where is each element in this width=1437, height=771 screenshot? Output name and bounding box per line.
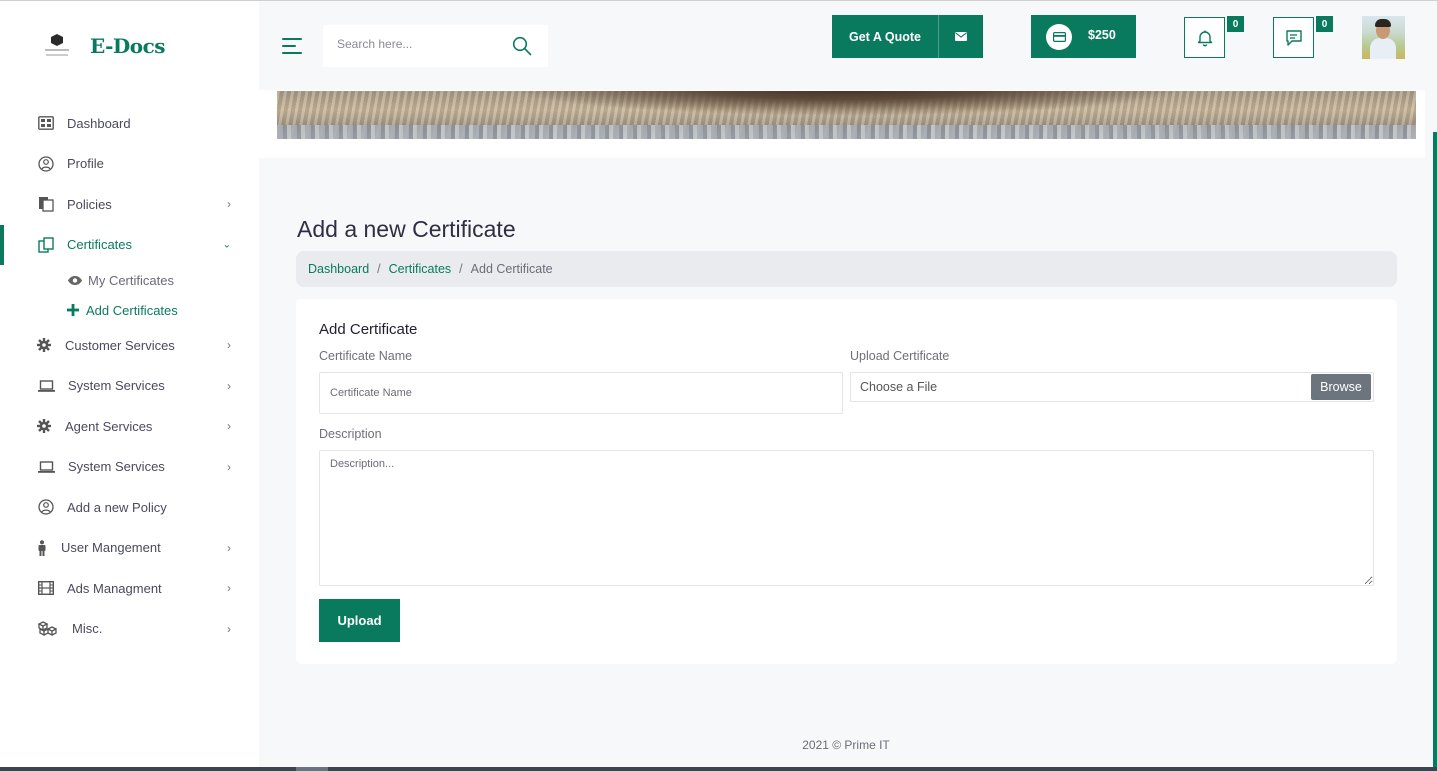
sidebar-item-label: Profile: [67, 156, 104, 172]
sidebar-item-system-services[interactable]: System Services ›: [0, 366, 259, 407]
sidebar-item-label: System Services: [68, 459, 165, 475]
footer-text: 2021 © Prime IT: [802, 738, 890, 752]
messages-button[interactable]: 0: [1273, 16, 1333, 58]
chevron-right-icon: ›: [227, 459, 231, 474]
chevron-right-icon: ›: [227, 338, 231, 353]
laptop-icon: [37, 378, 55, 394]
submenu-item-my-certificates[interactable]: My Certificates: [67, 265, 259, 295]
browse-button[interactable]: Browse: [1311, 374, 1371, 400]
wallet-amount: $250: [1088, 27, 1116, 42]
chevron-right-icon: ›: [227, 197, 231, 212]
boxes-icon: [37, 621, 57, 637]
brand-logo-icon: [42, 31, 72, 61]
breadcrumb: Dashboard / Certificates / Add Certifica…: [296, 251, 1397, 287]
sidebar-item-label: Ads Managment: [67, 580, 162, 596]
menu-toggle-icon[interactable]: [282, 38, 302, 54]
accent-edge-bar: [1433, 132, 1437, 771]
upload-certificate-label: Upload Certificate: [850, 349, 950, 363]
policy-icon: [37, 499, 55, 515]
chevron-right-icon: ›: [227, 581, 231, 596]
wallet-balance-button[interactable]: $250: [1031, 15, 1136, 58]
certificate-name-label: Certificate Name: [319, 349, 413, 363]
laptop-icon: [37, 459, 55, 475]
sidebar-item-misc[interactable]: Misc. ›: [0, 609, 259, 650]
banner-container: [259, 90, 1425, 158]
eye-icon: [67, 275, 83, 286]
sidebar-item-label: Policies: [67, 196, 112, 212]
breadcrumb-link-dashboard[interactable]: Dashboard: [308, 262, 369, 276]
file-upload-field[interactable]: Choose a File Browse: [850, 372, 1374, 402]
sidebar-item-policies[interactable]: Policies ›: [0, 184, 259, 225]
chevron-down-icon: ⌄: [222, 239, 231, 251]
sidebar-item-label: Misc.: [72, 621, 103, 637]
sidebar-nav: Dashboard Profile Policies › Certificate…: [0, 103, 259, 649]
form-title: Add Certificate: [319, 321, 418, 338]
gear-icon: [37, 418, 51, 434]
file-name-text: Choose a File: [860, 380, 938, 394]
sidebar-item-profile[interactable]: Profile: [0, 144, 259, 185]
sidebar-item-user-management[interactable]: User Mangement ›: [0, 528, 259, 569]
breadcrumb-current: Add Certificate: [470, 262, 553, 276]
search-input[interactable]: [337, 37, 507, 51]
chat-icon: [1285, 29, 1303, 47]
sidebar-item-ads-management[interactable]: Ads Managment ›: [0, 568, 259, 609]
horizontal-scrollbar[interactable]: [0, 767, 1437, 771]
notifications-button[interactable]: 0: [1184, 16, 1244, 58]
sidebar: E-Docs Dashboard Profile Policies › Cert…: [0, 1, 259, 769]
description-textarea[interactable]: [319, 450, 1374, 586]
submenu-item-label: Add Certificates: [86, 302, 178, 318]
sidebar-item-add-policy[interactable]: Add a new Policy: [0, 487, 259, 528]
upload-button[interactable]: Upload: [319, 599, 400, 642]
chevron-right-icon: ›: [227, 419, 231, 434]
avatar[interactable]: [1362, 16, 1405, 59]
profile-icon: [37, 156, 55, 172]
sidebar-item-agent-services[interactable]: Agent Services ›: [0, 406, 259, 447]
submenu-item-add-certificates[interactable]: Add Certificates: [65, 295, 259, 325]
chevron-right-icon: ›: [227, 378, 231, 393]
sidebar-item-label: Agent Services: [65, 418, 153, 434]
breadcrumb-separator: /: [377, 262, 381, 276]
banner-image: [277, 91, 1416, 139]
sidebar-item-label: Customer Services: [65, 337, 175, 353]
sidebar-item-customer-services[interactable]: Customer Services ›: [0, 325, 259, 366]
sidebar-item-label: Add a new Policy: [67, 499, 167, 515]
sidebar-item-dashboard[interactable]: Dashboard: [0, 103, 259, 144]
search-box: [323, 25, 548, 67]
bell-icon: [1196, 29, 1214, 47]
top-header: Get A Quote $250 0 0: [259, 1, 1437, 90]
get-quote-button-group: Get A Quote: [832, 15, 983, 58]
add-certificate-form-card: Add Certificate Certificate Name Upload …: [296, 299, 1397, 664]
brand[interactable]: E-Docs: [42, 31, 166, 61]
brand-name: E-Docs: [90, 34, 166, 58]
description-label: Description: [319, 427, 382, 441]
messages-count-badge: 0: [1316, 16, 1333, 32]
get-quote-button[interactable]: Get A Quote: [832, 15, 939, 58]
breadcrumb-link-certificates[interactable]: Certificates: [389, 262, 452, 276]
dashboard-icon: [37, 115, 55, 131]
sidebar-item-label: Certificates: [67, 237, 133, 253]
certificate-name-input[interactable]: [319, 372, 843, 414]
plus-icon: [65, 304, 81, 316]
sidebar-item-certificates[interactable]: Certificates ⌄: [0, 224, 259, 266]
sidebar-item-label: User Mangement: [61, 540, 161, 556]
certificates-submenu: My Certificates Add Certificates: [0, 265, 259, 325]
user-icon: [37, 539, 47, 556]
chevron-right-icon: ›: [227, 621, 231, 636]
sidebar-item-label: System Services: [68, 378, 165, 394]
notifications-count-badge: 0: [1227, 16, 1244, 32]
sidebar-item-label: Dashboard: [67, 115, 131, 131]
film-icon: [37, 580, 55, 596]
scrollbar-thumb[interactable]: [296, 767, 328, 771]
chevron-right-icon: ›: [227, 540, 231, 555]
policies-icon: [37, 196, 55, 212]
search-icon[interactable]: [512, 36, 532, 56]
certificates-icon: [37, 237, 55, 253]
mail-icon[interactable]: [939, 15, 983, 58]
gear-icon: [37, 337, 51, 353]
wallet-card-icon: [1046, 23, 1072, 50]
submenu-item-label: My Certificates: [88, 272, 174, 288]
breadcrumb-separator: /: [459, 262, 463, 276]
sidebar-item-system-services-2[interactable]: System Services ›: [0, 447, 259, 488]
page-title: Add a new Certificate: [297, 216, 516, 242]
